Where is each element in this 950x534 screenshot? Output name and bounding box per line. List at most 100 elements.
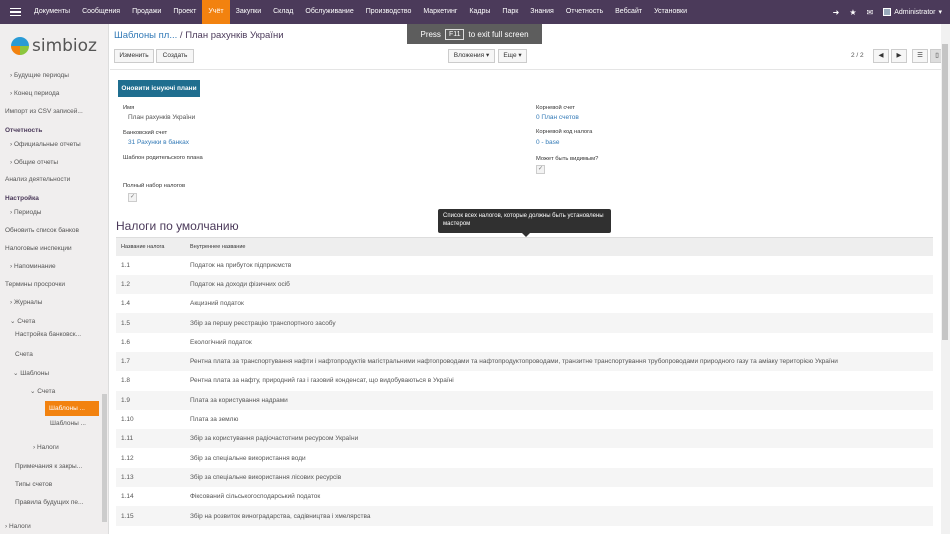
internal-name-cell: Плата за землю (190, 416, 239, 424)
fullscreen-banner: Press F11 to exit full screen (407, 24, 542, 44)
menu-item[interactable]: Закупки (230, 0, 268, 24)
menu-item[interactable]: Парк (496, 0, 524, 24)
menu-item[interactable]: Установки (648, 0, 693, 24)
menu-item[interactable]: Проект (167, 0, 202, 24)
sidebar-item[interactable]: › Налоги (5, 523, 31, 530)
name-field[interactable]: План рахунків України (128, 114, 195, 121)
breadcrumb-parent[interactable]: Шаблоны пл... (114, 30, 177, 41)
table-row[interactable]: 1.10 Плата за землю (116, 410, 933, 429)
root-tax-code-field[interactable]: 0 - base (536, 139, 560, 146)
user-menu[interactable]: Administrator ▾ (883, 8, 942, 16)
menu-item[interactable]: Учёт (202, 0, 230, 24)
table-row[interactable]: 1.15 Збір на розвиток виноградарства, сад… (116, 506, 933, 526)
more-dropdown[interactable]: Еще ▾ (498, 49, 527, 63)
table-row[interactable]: 1.7 Рентна плата за транспортування нафти… (116, 351, 933, 372)
menu-item[interactable]: Маркетинг (417, 0, 463, 24)
root-account-field[interactable]: 0 План счетов (536, 114, 579, 121)
table-row[interactable]: 1.11 Збір за користування радіочастотним … (116, 429, 933, 449)
login-icon[interactable]: ➜ (833, 8, 840, 17)
sidebar-item[interactable]: Правила будущих пе... (15, 499, 83, 506)
sidebar-item[interactable]: Анализ деятельности (5, 176, 70, 183)
update-plans-button[interactable]: Оновити існуючі плани (118, 80, 200, 97)
table-row[interactable]: 1.6 Екологічний податок (116, 333, 933, 352)
table-row[interactable]: 1.9 Плата за користування надрами (116, 390, 933, 410)
sidebar-item[interactable]: › Периоды (10, 209, 41, 216)
sidebar-item[interactable]: › Конец периода (10, 90, 59, 97)
internal-name-cell: Податок на прибуток підприємств (190, 261, 292, 269)
next-record-button[interactable]: ▶ (891, 49, 907, 63)
sidebar-item[interactable]: › Будущие периоды (10, 72, 69, 79)
table-row[interactable]: 1.12 Збір за спеціальне використання води (116, 448, 933, 467)
sidebar-item[interactable]: Настройка (5, 195, 39, 202)
taxes-table: Название налога Внутреннее название 1.1 П… (116, 237, 933, 526)
internal-name-cell: Рентна плата за нафту, природний газ і г… (190, 377, 454, 385)
menu-item[interactable]: Сообщения (76, 0, 126, 24)
sidebar-item[interactable]: Термины просрочки (5, 281, 65, 288)
menu-item[interactable]: Обслуживание (299, 0, 359, 24)
internal-name-cell: Екологічний податок (190, 338, 252, 346)
internal-name-cell: Податок на доходи фізичних осіб (185, 274, 933, 295)
create-button[interactable]: Создать (156, 49, 194, 63)
tax-name-cell: 1.13 (116, 467, 185, 488)
menu-item[interactable]: Производство (360, 0, 418, 24)
column-header-internal-name[interactable]: Внутреннее название (185, 237, 933, 256)
menu-item[interactable]: Продажи (126, 0, 167, 24)
sidebar-item[interactable]: ⌄ Счета (30, 387, 55, 395)
star-icon[interactable]: ★ (849, 8, 856, 17)
sidebar-item[interactable]: › Налоги (33, 444, 59, 451)
table-row[interactable]: 1.5 Збір за першу реєстрацію транспортног… (116, 313, 933, 333)
internal-name-cell: Збір за користування радіочастотним ресу… (185, 429, 933, 449)
menu-item[interactable]: Знания (524, 0, 560, 24)
table-row[interactable]: 1.2 Податок на доходи фізичних осіб (116, 274, 933, 295)
sidebar-item[interactable]: › Напоминание (10, 263, 56, 270)
sidebar-item[interactable]: › Общие отчеты (10, 159, 58, 166)
table-row[interactable]: 1.4 Акцизний податок (116, 294, 933, 313)
top-navbar: Документы Сообщения Продажи Проект Учёт Закуп… (0, 0, 950, 24)
table-row[interactable]: 1.8 Рентна плата за нафту, природний газ … (116, 371, 933, 390)
sidebar-item[interactable]: Счета (15, 351, 33, 358)
sidebar-item[interactable]: ⌄ Счета (10, 317, 35, 325)
breadcrumb: Шаблоны пл... / План рахунків України (114, 30, 284, 41)
page-scrollbar[interactable] (941, 24, 950, 534)
table-row[interactable]: 1.14 Фіксований сільськогосподарський под… (116, 487, 933, 506)
column-header-tax-name[interactable]: Название налога (116, 237, 185, 256)
bank-account-field[interactable]: 31 Рахунки в банках (128, 139, 189, 146)
sidebar-item[interactable]: Обновить список банков (5, 227, 79, 234)
tax-name-cell: 1.8 (121, 377, 131, 385)
attachments-dropdown[interactable]: Вложения ▾ (448, 49, 495, 63)
table-row[interactable]: 1.13 Збір за спеціальне використання лісо… (116, 467, 933, 488)
list-view-icon[interactable]: ☰ (912, 49, 928, 63)
chat-icon[interactable]: ✉ (867, 8, 874, 17)
sidebar-item[interactable]: Шаблоны ... (50, 420, 86, 427)
sidebar-item[interactable]: Настройка банковск... (15, 331, 81, 338)
avatar (883, 8, 892, 16)
sidebar-scrollbar[interactable] (102, 394, 107, 522)
internal-name-cell: Плата за користування надрами (185, 390, 933, 410)
visible-checkbox[interactable]: ✓ (536, 165, 545, 174)
sidebar-item[interactable]: › Журналы (10, 299, 42, 306)
sidebar-item[interactable]: › Официальные отчеты (10, 141, 81, 148)
menu-toggle-icon[interactable] (4, 0, 26, 24)
menu-item[interactable]: Документы (28, 0, 76, 24)
edit-button[interactable]: Изменить (114, 49, 154, 63)
menu-item[interactable]: Вебсайт (609, 0, 648, 24)
tax-name-cell: 1.7 (116, 351, 185, 372)
sidebar-item[interactable]: Примечания к закры... (15, 463, 82, 470)
internal-name-cell: Збір за спеціальне використання лісових … (185, 467, 933, 488)
prev-record-button[interactable]: ◀ (873, 49, 889, 63)
tax-name-cell: 1.9 (116, 390, 185, 410)
sidebar-item[interactable]: Отчетность (5, 127, 42, 134)
sidebar-item[interactable]: Шаблоны ... (45, 401, 99, 416)
sidebar-item[interactable]: ⌄ Шаблоны (13, 369, 49, 377)
toolbar: Изменить Создать Вложения ▾ Еще ▾ 2 / 2 … (110, 49, 950, 67)
sidebar-item[interactable]: Типы счетов (15, 481, 52, 488)
table-row[interactable]: 1.1 Податок на прибуток підприємств (116, 256, 933, 275)
breadcrumb-current: План рахунків України (185, 30, 284, 41)
menu-item[interactable]: Склад (267, 0, 299, 24)
menu-item[interactable]: Кадры (463, 0, 496, 24)
full-tax-set-checkbox[interactable]: ✓ (128, 193, 137, 202)
sidebar-item[interactable]: Налоговые инспекции (5, 245, 72, 252)
tax-name-cell: 1.5 (116, 313, 185, 333)
sidebar-item[interactable]: Импорт из CSV записей... (5, 108, 83, 115)
menu-item[interactable]: Отчетность (560, 0, 609, 24)
